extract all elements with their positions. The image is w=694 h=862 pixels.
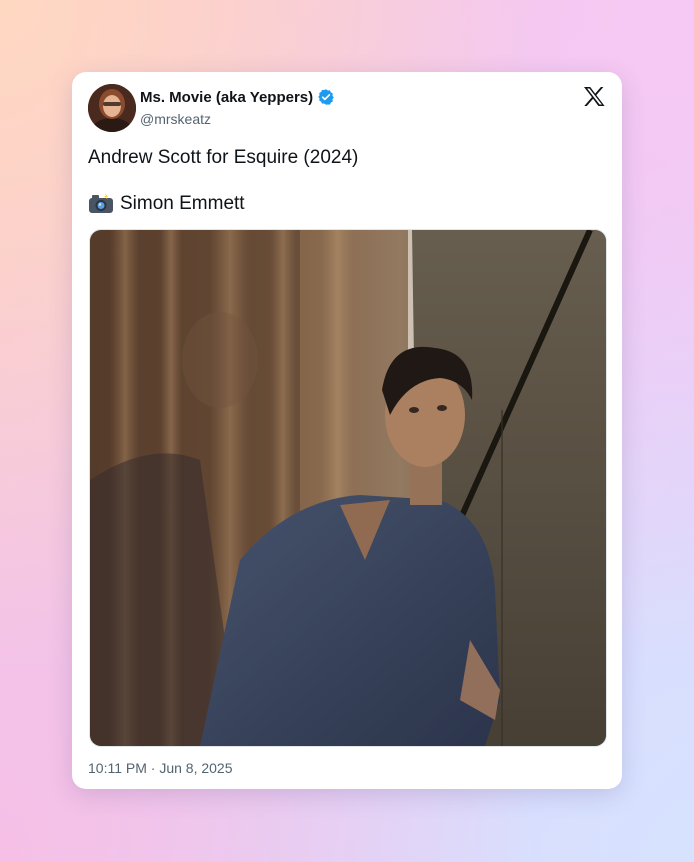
tweet-card: Ms. Movie (aka Yeppers) @mrskeatz Andrew… (72, 72, 622, 789)
x-logo-icon[interactable] (583, 86, 606, 107)
tweet-text-line2-row: Simon Emmett (88, 192, 598, 216)
tweet-text: Andrew Scott for Esquire (2024) Simon Em… (88, 146, 598, 216)
author-handle[interactable]: @mrskeatz (140, 111, 211, 127)
tweet-text-line1: Andrew Scott for Esquire (2024) (88, 147, 359, 168)
author-name-row: Ms. Movie (aka Yeppers) (140, 88, 335, 106)
photo-credit-text: Simon Emmett (120, 193, 245, 214)
verified-badge-icon (317, 88, 335, 106)
author-display-name[interactable]: Ms. Movie (aka Yeppers) (140, 89, 313, 106)
tweet-timestamp[interactable]: 10:11 PM · Jun 8, 2025 (88, 760, 233, 776)
author-avatar[interactable] (88, 84, 136, 132)
tweet-media-photo[interactable] (89, 229, 607, 747)
camera-flash-emoji-icon (88, 193, 114, 215)
